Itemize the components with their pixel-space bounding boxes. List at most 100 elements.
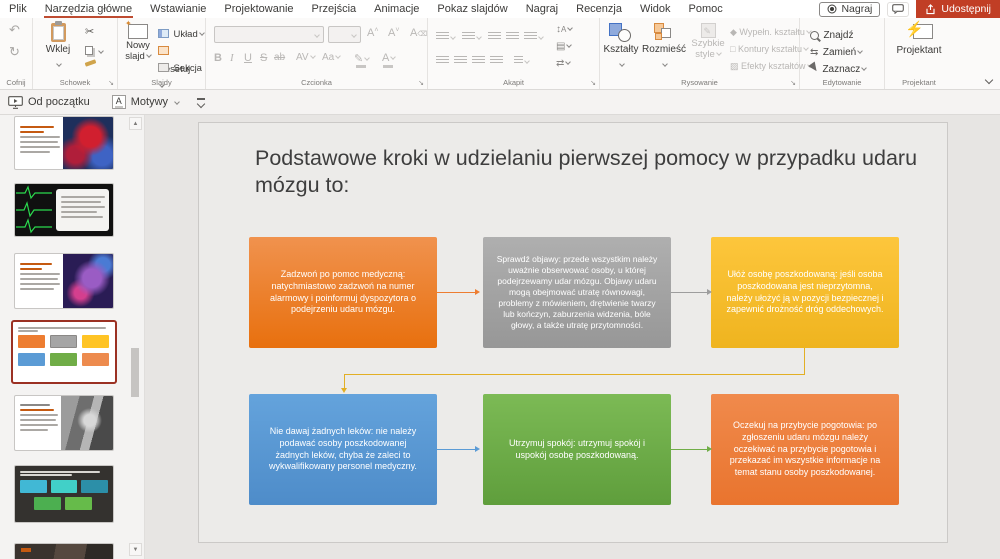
tab-plik[interactable]: Plik xyxy=(0,0,36,18)
tab-recenzja[interactable]: Recenzja xyxy=(567,0,631,18)
strikethrough-button[interactable]: S xyxy=(260,52,267,64)
find-button[interactable]: Znajdź xyxy=(810,25,853,43)
copy-button[interactable] xyxy=(85,42,105,60)
arrange-button[interactable]: Rozmieść xyxy=(642,20,686,73)
change-case-button[interactable]: Aa xyxy=(322,52,342,63)
quick-access-row: Od początku A Motywy xyxy=(0,90,1000,115)
slide-thumbnail-4-selected[interactable] xyxy=(11,320,117,384)
grow-font-button[interactable]: A˄ xyxy=(367,27,378,39)
tab-wstawianie[interactable]: Wstawianie xyxy=(141,0,215,18)
paste-button[interactable]: Wklej xyxy=(41,20,75,73)
tab-animacje[interactable]: Animacje xyxy=(365,0,428,18)
flow-box-wait-ambulance[interactable]: Oczekuj na przybycie pogotowia: po zgłos… xyxy=(711,394,899,505)
quick-styles-button[interactable]: ✎ Szybkie style xyxy=(690,20,726,60)
increase-indent-button[interactable] xyxy=(506,28,519,46)
layout-icon xyxy=(158,29,169,38)
collapse-ribbon-icon[interactable] xyxy=(984,75,994,85)
record-icon xyxy=(827,4,837,14)
replace-label: Zamień xyxy=(822,47,857,58)
thumbnails-scroll-up-button[interactable]: ▲ xyxy=(129,117,142,130)
align-text-button[interactable]: ▤ xyxy=(556,41,573,52)
connector-elbow-horizontal xyxy=(344,374,805,375)
layout-button[interactable]: Układ xyxy=(158,24,205,42)
slide-thumbnail-1[interactable] xyxy=(14,116,114,170)
smartart-convert-button[interactable]: ⇄ xyxy=(556,58,572,69)
decrease-indent-button[interactable] xyxy=(488,28,501,46)
shape-outline-button[interactable]: □ Kontury kształtu xyxy=(730,44,809,54)
from-beginning-label: Od początku xyxy=(28,96,90,108)
shape-fill-button[interactable]: ◆ Wypełn. kształtu xyxy=(730,27,812,38)
align-left-button[interactable] xyxy=(436,52,449,70)
character-spacing-button[interactable]: AV xyxy=(296,52,316,63)
record-button[interactable]: Nagraj xyxy=(819,1,881,17)
tab-nagraj[interactable]: Nagraj xyxy=(517,0,567,18)
connector-arrow-2 xyxy=(671,289,712,295)
replace-button[interactable]: ⇆ Zamień xyxy=(810,42,864,60)
tab-przejscia[interactable]: Przejścia xyxy=(303,0,366,18)
replace-icon: ⇆ xyxy=(810,47,819,58)
themes-button[interactable]: A Motywy xyxy=(104,90,187,115)
columns-button[interactable] xyxy=(514,52,530,70)
slide-thumbnail-6[interactable] xyxy=(14,465,114,523)
shrink-font-button[interactable]: A˅ xyxy=(388,27,399,39)
slide-title[interactable]: Podstawowe kroki w udzielaniu pierwszej … xyxy=(255,145,945,199)
flow-box-call-for-help[interactable]: Zadzwoń po pomoc medyczną: natychmiastow… xyxy=(249,237,437,348)
underline-button[interactable]: U xyxy=(244,52,252,64)
from-beginning-button[interactable]: Od początku xyxy=(0,90,98,115)
new-slide-button[interactable]: Nowy slajd xyxy=(120,19,156,62)
align-center-button[interactable] xyxy=(454,52,467,70)
new-slide-icon xyxy=(125,19,148,39)
designer-button[interactable]: ⚡ Projektant xyxy=(891,21,947,56)
comments-button[interactable] xyxy=(887,1,910,17)
format-painter-button[interactable] xyxy=(84,59,97,67)
dialog-launcher-icon[interactable]: ↘ xyxy=(108,79,114,87)
flow-box-check-symptoms[interactable]: Sprawdź objawy: przede wszystkim należy … xyxy=(483,237,671,348)
flow-box-no-medication[interactable]: Nie dawaj żadnych leków: nie należy poda… xyxy=(249,394,437,505)
tab-widok[interactable]: Widok xyxy=(631,0,680,18)
flow-box-stay-calm[interactable]: Utrzymuj spokój: utrzymuj spokój i uspok… xyxy=(483,394,671,505)
font-name-combobox[interactable] xyxy=(214,26,324,43)
select-button[interactable]: Zaznacz xyxy=(808,59,868,77)
bold-button[interactable]: B xyxy=(214,52,222,64)
section-icon xyxy=(158,63,169,72)
group-label-designer: Projektant xyxy=(902,78,936,87)
italic-button[interactable]: I xyxy=(230,52,234,64)
redo-icon[interactable]: ↻ xyxy=(9,44,20,60)
bullets-button[interactable] xyxy=(436,28,456,46)
slide-thumbnail-2[interactable] xyxy=(14,183,114,237)
cut-button[interactable]: ✂ xyxy=(85,25,94,38)
layout-label: Układ xyxy=(173,29,198,40)
dialog-launcher-icon[interactable]: ↘ xyxy=(418,79,424,87)
justify-button[interactable] xyxy=(490,52,503,70)
flow-box-position-victim[interactable]: Ułóż osobę poszkodowaną: jeśli osoba pos… xyxy=(711,237,899,348)
font-size-combobox[interactable] xyxy=(328,26,361,43)
slide-thumbnail-3[interactable] xyxy=(14,253,114,309)
font-color-button[interactable]: A xyxy=(382,52,397,64)
dialog-launcher-icon[interactable]: ↘ xyxy=(590,79,596,87)
dialog-launcher-icon[interactable]: ↘ xyxy=(790,79,796,87)
subscript-button[interactable]: ab xyxy=(274,52,285,63)
tab-narzedzia-glowne[interactable]: Narzędzia główne xyxy=(36,0,141,18)
chevron-down-icon xyxy=(198,30,205,36)
clear-formatting-button[interactable]: A⌫ xyxy=(410,27,427,39)
slide-thumbnail-5[interactable] xyxy=(14,395,114,451)
themes-icon: A xyxy=(111,95,126,109)
share-button[interactable]: Udostępnij xyxy=(916,0,1000,18)
group-label-paragraph: Akapit xyxy=(503,78,524,87)
highlight-button[interactable]: ✎ xyxy=(354,52,371,65)
slide-editor[interactable]: Podstawowe kroki w udzielaniu pierwszej … xyxy=(198,122,948,543)
undo-icon[interactable]: ↶ xyxy=(9,22,20,38)
text-direction-button[interactable]: ↕A xyxy=(556,24,574,35)
tab-projektowanie[interactable]: Projektowanie xyxy=(215,0,302,18)
line-spacing-button[interactable] xyxy=(524,28,544,46)
thumbnails-scrollbar-thumb[interactable] xyxy=(131,348,139,397)
thumbnails-scroll-down-button[interactable]: ▼ xyxy=(129,543,142,556)
tab-pomoc[interactable]: Pomoc xyxy=(680,0,732,18)
slide-thumbnail-7[interactable] xyxy=(14,543,114,559)
tab-pokaz-slajdow[interactable]: Pokaz slajdów xyxy=(428,0,516,18)
group-label-clipboard: Schowek xyxy=(59,78,91,87)
align-right-button[interactable] xyxy=(472,52,485,70)
collapse-toolbar-icon[interactable] xyxy=(197,98,206,106)
numbering-button[interactable] xyxy=(462,28,482,46)
shapes-button[interactable]: Kształty xyxy=(602,20,640,73)
